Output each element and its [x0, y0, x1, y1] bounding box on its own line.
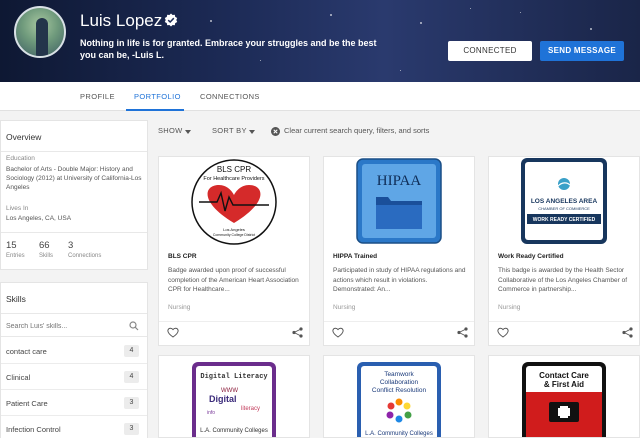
contact-care-badge-image: Contact Care & First Aid — [522, 362, 606, 437]
sort-by-filter[interactable]: SORT BY — [212, 126, 247, 135]
badge-line-2: & First Aid — [544, 380, 584, 389]
skill-item[interactable]: contact care 4 — [1, 339, 147, 364]
skills-search-input[interactable] — [6, 320, 121, 332]
portfolio-card[interactable]: Digital Literacy WWW Digital literacy in… — [158, 355, 310, 438]
search-icon[interactable] — [129, 321, 139, 331]
badge-line-3: Los Angeles — [223, 227, 245, 232]
skills-label: Skills — [39, 253, 54, 259]
heart-icon[interactable] — [167, 327, 179, 338]
skill-item[interactable]: Infection Control 3 — [1, 417, 147, 438]
profile-name: Luis Lopez — [80, 11, 163, 30]
skills-title: Skills — [6, 294, 26, 304]
share-icon[interactable] — [292, 327, 303, 338]
skill-count-badge: 3 — [124, 397, 139, 409]
digital-literacy-badge-image: Digital Literacy WWW Digital literacy in… — [192, 362, 276, 437]
skills-search — [1, 313, 147, 337]
svg-text:info: info — [207, 410, 215, 416]
show-filter[interactable]: SHOW — [158, 126, 183, 135]
tab-profile[interactable]: PROFILE — [80, 92, 115, 101]
share-icon[interactable] — [457, 327, 468, 338]
skill-name: contact care — [6, 347, 47, 356]
card-description: This badge is awarded by the Health Sect… — [498, 267, 627, 293]
divider — [324, 321, 474, 322]
divider — [489, 321, 639, 322]
lives-in-value: Los Angeles, CA, USA — [6, 215, 72, 222]
badge-line-1: BLS CPR — [217, 165, 251, 174]
heart-icon[interactable] — [332, 327, 344, 338]
active-tab-indicator — [126, 109, 184, 111]
portfolio-card[interactable]: LOS ANGELES AREA CHAMBER OF COMMERCE WOR… — [488, 156, 640, 346]
badge-line-1: Teamwork — [384, 371, 414, 378]
divider — [159, 321, 309, 322]
card-title[interactable]: BLS CPR — [168, 253, 197, 260]
send-message-button[interactable]: SEND MESSAGE — [540, 41, 624, 61]
card-tag[interactable]: Nursing — [168, 304, 190, 311]
skill-item[interactable]: Patient Care 3 — [1, 391, 147, 416]
card-description: Participated in study of HIPAA regulatio… — [333, 267, 466, 293]
chevron-down-icon[interactable] — [249, 130, 255, 134]
skill-count-badge: 4 — [124, 345, 139, 357]
badge-line-3: WORK READY CERTIFIED — [533, 217, 596, 223]
skill-name: Infection Control — [6, 425, 61, 434]
divider — [1, 232, 147, 233]
skill-item[interactable]: Clinical 4 — [1, 365, 147, 390]
badge-line-2: For Healthcare Providers — [203, 176, 264, 182]
skill-name: Patient Care — [6, 399, 48, 408]
badge-line-1: Contact Care — [539, 371, 589, 380]
card-description: Badge awarded upon proof of successful c… — [168, 267, 299, 293]
portfolio-card[interactable]: BLS CPR For Healthcare Providers Los Ang… — [158, 156, 310, 346]
clear-filters-link[interactable]: Clear current search query, filters, and… — [284, 126, 429, 135]
svg-text:literacy: literacy — [241, 406, 260, 412]
profile-tabs: PROFILE PORTFOLIO CONNECTIONS — [0, 82, 640, 111]
education-label: Education — [6, 155, 35, 162]
hipaa-badge-image: HIPAA — [356, 158, 442, 244]
share-icon[interactable] — [622, 327, 633, 338]
skill-name: Clinical — [6, 373, 31, 382]
avatar[interactable] — [14, 6, 66, 58]
badge-line-2: CHAMBER OF COMMERCE — [538, 206, 590, 211]
skill-count-badge: 4 — [124, 371, 139, 383]
entries-count[interactable]: 15 — [6, 240, 17, 251]
bls-cpr-badge-image: BLS CPR For Healthcare Providers Los Ang… — [191, 159, 277, 245]
skills-panel: Skills contact care 4 Clinical 4 Patient… — [0, 282, 148, 438]
svg-text:Digital: Digital — [209, 394, 237, 404]
clear-icon[interactable] — [271, 127, 280, 136]
teamwork-badge-image: Teamwork Collaboration Conflict Resoluti… — [357, 362, 441, 437]
card-title[interactable]: Work Ready Certified — [498, 253, 564, 260]
badge-line-4: Community College District — [213, 233, 255, 237]
work-ready-badge-image: LOS ANGELES AREA CHAMBER OF COMMERCE WOR… — [521, 158, 607, 244]
skill-count-badge: 3 — [124, 423, 139, 435]
card-title[interactable]: HIPPA Trained — [333, 253, 377, 260]
skills-count[interactable]: 66 — [39, 240, 50, 251]
education-value: Bachelor of Arts - Double Major: History… — [6, 166, 142, 191]
overview-title: Overview — [6, 132, 42, 142]
lives-in-label: Lives In — [6, 205, 29, 212]
badge-line-1: Digital Literacy — [200, 373, 268, 381]
badge-line-2: L.A. Community Colleges — [200, 428, 268, 434]
portfolio-card[interactable]: HIPAA HIPPA Trained Participated in stud… — [323, 156, 475, 346]
connections-count[interactable]: 3 — [68, 240, 73, 251]
tab-portfolio[interactable]: PORTFOLIO — [134, 92, 181, 101]
verified-badge-icon — [164, 13, 178, 27]
card-tag[interactable]: Nursing — [333, 304, 355, 311]
badge-line-1: LOS ANGELES AREA — [531, 198, 598, 205]
tab-connections[interactable]: CONNECTIONS — [200, 92, 260, 101]
card-tag[interactable]: Nursing — [498, 304, 520, 311]
connected-button[interactable]: CONNECTED — [448, 41, 532, 61]
badge-line-4: L.A. Community Colleges — [365, 431, 433, 437]
portfolio-card[interactable]: Contact Care & First Aid — [488, 355, 640, 438]
badge-line-2: Collaboration — [380, 379, 419, 386]
profile-header: Luis Lopez Nothing in life is for grante… — [0, 0, 640, 82]
portfolio-card[interactable]: Teamwork Collaboration Conflict Resoluti… — [323, 355, 475, 438]
chevron-down-icon[interactable] — [185, 130, 191, 134]
profile-tagline: Nothing in life is for granted. Embrace … — [80, 38, 377, 60]
badge-line-1: HIPAA — [377, 173, 422, 189]
badge-line-3: Conflict Resolution — [372, 387, 427, 394]
heart-icon[interactable] — [497, 327, 509, 338]
divider — [1, 151, 147, 152]
entries-label: Entries — [6, 253, 25, 259]
connections-label: Connections — [68, 253, 102, 259]
overview-panel: Overview Education Bachelor of Arts - Do… — [0, 120, 148, 270]
